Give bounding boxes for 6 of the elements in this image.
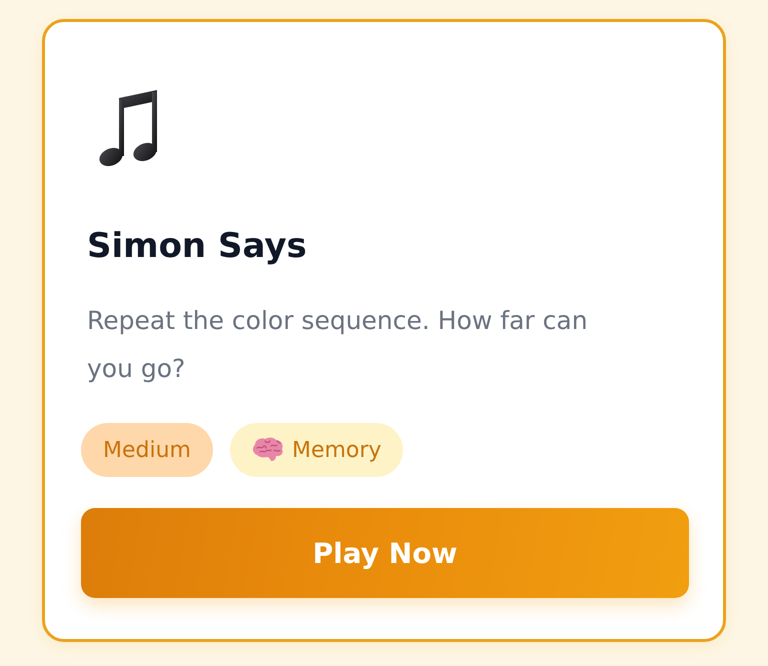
category-tag: Memory [230, 423, 404, 477]
game-title: Simon Says [87, 225, 308, 268]
brain-icon [252, 437, 284, 463]
game-description: Repeat the color sequence. How far can you go? [87, 305, 589, 385]
difficulty-tag: Medium [81, 423, 213, 477]
play-now-button[interactable]: Play Now [81, 508, 689, 598]
